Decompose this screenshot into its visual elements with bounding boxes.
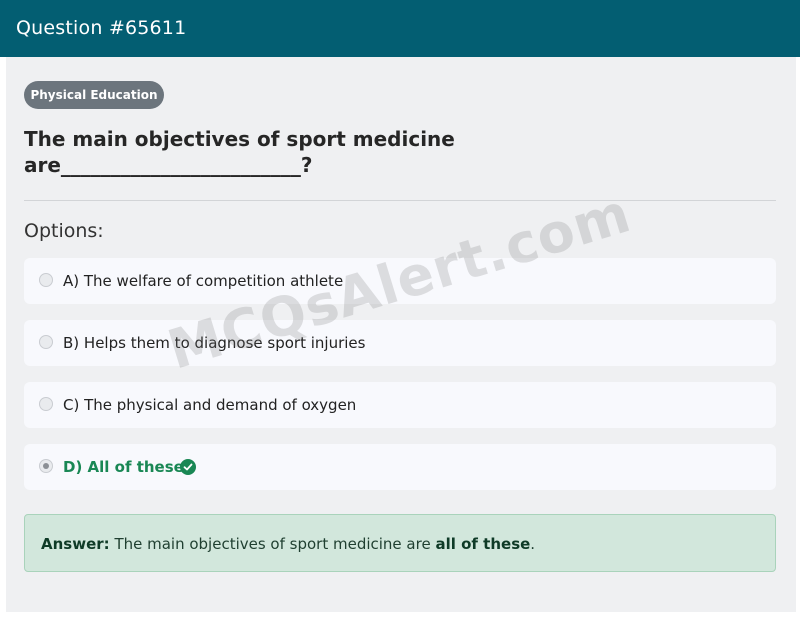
answer-box: Answer: The main objectives of sport med…	[24, 514, 776, 572]
radio-button-d[interactable]	[39, 459, 53, 473]
radio-button-a[interactable]	[39, 273, 53, 287]
options-heading: Options:	[24, 220, 104, 242]
divider	[24, 200, 776, 201]
answer-text: Answer: The main objectives of sport med…	[41, 534, 535, 554]
option-c-label: C) The physical and demand of oxygen	[63, 396, 357, 414]
option-a[interactable]: A) The welfare of competition athlete	[24, 258, 776, 304]
answer-highlight: all of these	[435, 535, 531, 553]
radio-button-b[interactable]	[39, 335, 53, 349]
answer-end: .	[530, 535, 536, 553]
answer-label: Answer:	[41, 535, 110, 553]
category-badge[interactable]: Physical Education	[24, 81, 164, 109]
option-a-label: A) The welfare of competition athlete	[63, 272, 344, 290]
option-c[interactable]: C) The physical and demand of oxygen	[24, 382, 776, 428]
option-d-label: D) All of these	[63, 458, 184, 476]
header-bar: Question #65611	[0, 0, 800, 57]
radio-button-c[interactable]	[39, 397, 53, 411]
check-circle-icon	[180, 459, 196, 475]
question-text: The main objectives of sport medicine ar…	[24, 127, 455, 177]
option-b[interactable]: B) Helps them to diagnose sport injuries	[24, 320, 776, 366]
option-d[interactable]: D) All of these	[24, 444, 776, 490]
question-number-title: Question #65611	[16, 17, 187, 39]
answer-sentence: The main objectives of sport medicine ar…	[114, 535, 431, 553]
option-b-label: B) Helps them to diagnose sport injuries	[63, 334, 366, 352]
